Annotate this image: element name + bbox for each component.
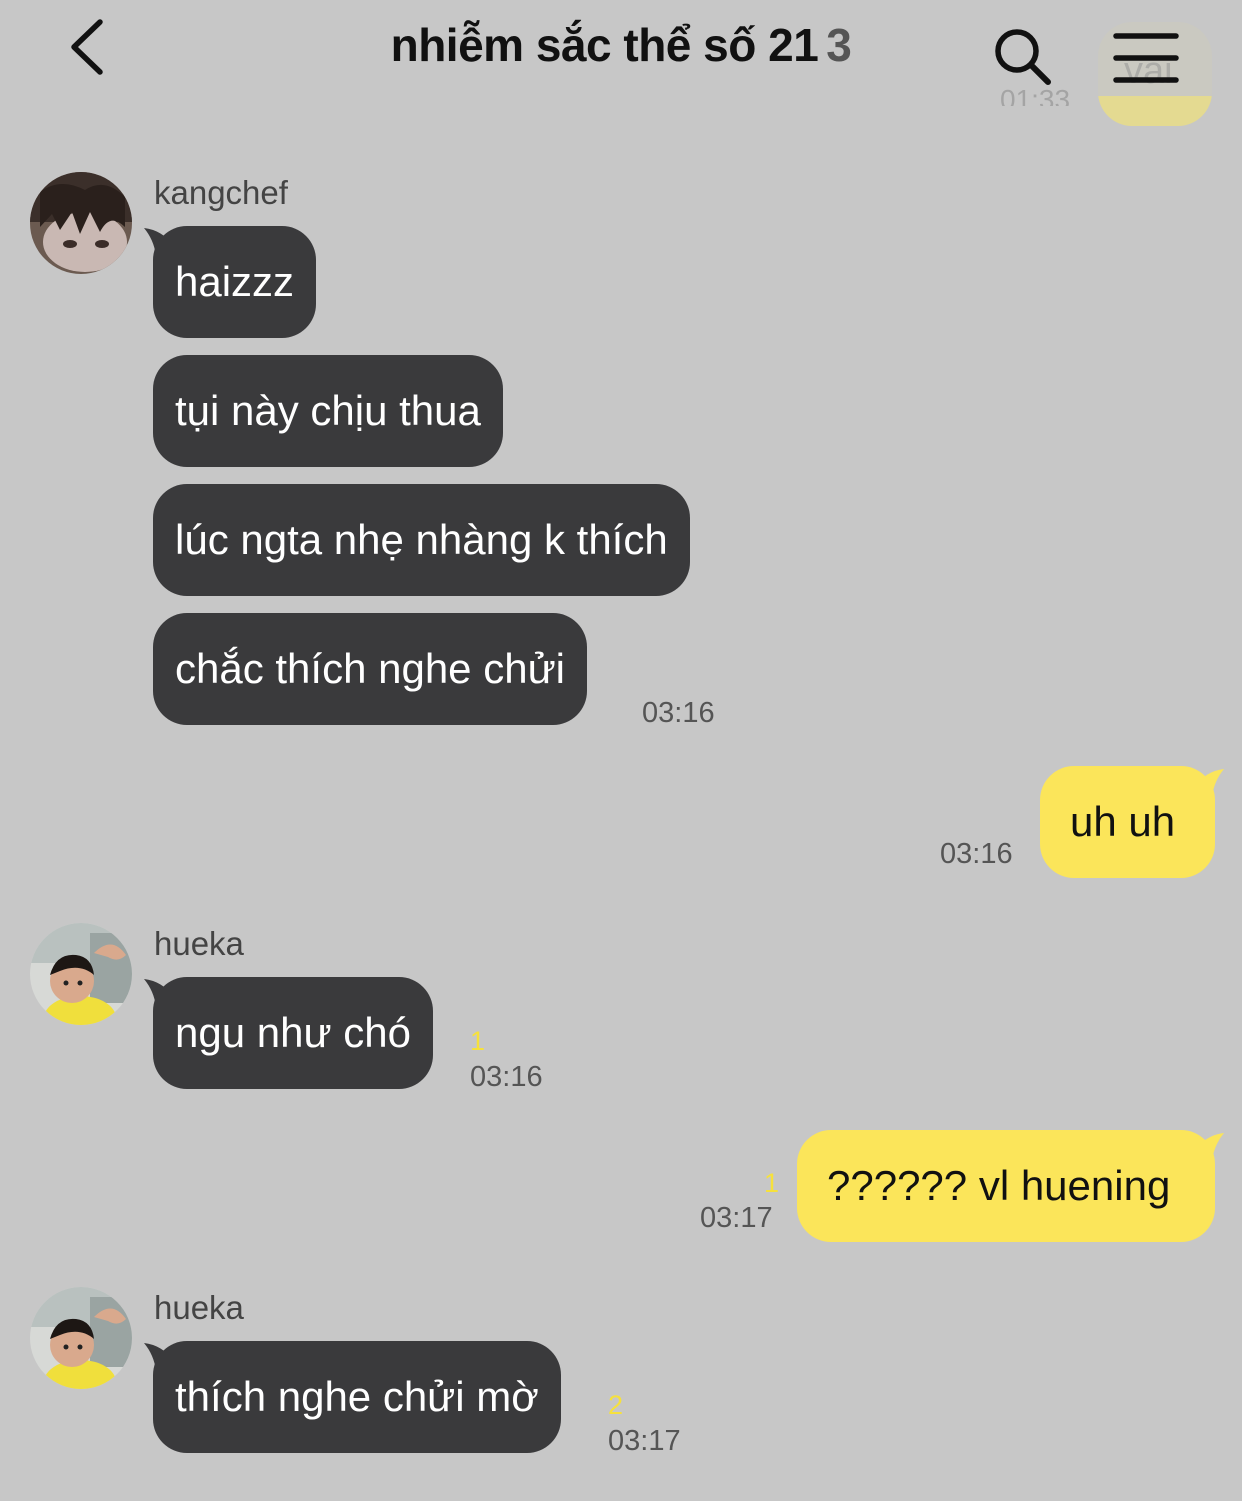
unread-count: 1 bbox=[470, 1026, 486, 1056]
profile-photo-icon bbox=[30, 923, 132, 1025]
profile-photo-icon bbox=[30, 1287, 132, 1389]
profile-photo-icon bbox=[30, 172, 132, 274]
message-time: 03:16 bbox=[642, 697, 715, 729]
message-bubble[interactable]: chắc thích nghe chửi bbox=[153, 613, 588, 725]
message-bubble[interactable]: lúc ngta nhẹ nhàng k thích bbox=[153, 484, 690, 596]
message-bubble-outgoing[interactable]: uh uh bbox=[1040, 766, 1215, 878]
message-time: 03:16 bbox=[940, 838, 1013, 870]
sender-name: hueka bbox=[154, 1289, 244, 1326]
avatar-hueka[interactable] bbox=[30, 923, 132, 1025]
message-bubble-outgoing[interactable]: ?????? vl huening bbox=[797, 1130, 1215, 1242]
search-button[interactable] bbox=[990, 24, 1056, 90]
avatar-hueka[interactable] bbox=[30, 1287, 132, 1389]
sender-name: kangchef bbox=[154, 174, 288, 211]
message-time: 03:17 bbox=[608, 1425, 681, 1457]
unread-count: 2 bbox=[608, 1390, 624, 1420]
message-bubble[interactable]: thích nghe chửi mờ bbox=[153, 1341, 561, 1453]
member-count: 3 bbox=[826, 19, 852, 71]
unread-count: 1 bbox=[764, 1168, 780, 1198]
message-time: 03:17 bbox=[700, 1202, 773, 1234]
search-icon bbox=[995, 29, 1051, 85]
message-bubble[interactable]: haizzz bbox=[153, 226, 317, 338]
chat-room-name: nhiễm sắc thể số 21 bbox=[390, 19, 819, 71]
message-bubble[interactable]: tụi này chịu thua bbox=[153, 355, 503, 467]
message-time: 03:16 bbox=[470, 1061, 543, 1093]
avatar-kangchef[interactable] bbox=[30, 172, 132, 274]
sender-name: hueka bbox=[154, 925, 244, 962]
hamburger-menu-icon bbox=[1113, 33, 1179, 83]
menu-button[interactable] bbox=[1112, 28, 1180, 88]
chat-header: nhiễm sắc thể số 21 3 bbox=[0, 0, 1242, 100]
message-bubble[interactable]: ngu như chó bbox=[153, 977, 433, 1089]
